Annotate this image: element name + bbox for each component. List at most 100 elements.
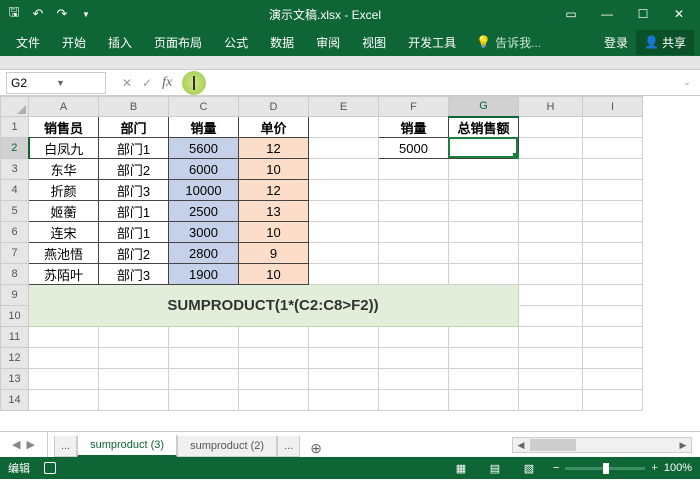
cell-A14[interactable] <box>29 390 99 411</box>
cell-C7[interactable]: 2800 <box>169 243 239 264</box>
cell-I1[interactable] <box>583 117 643 138</box>
cell-A2[interactable]: 白凤九 <box>29 138 99 159</box>
cell-I10[interactable] <box>583 306 643 327</box>
cell-G3[interactable] <box>449 159 519 180</box>
minimize-icon[interactable]: — <box>590 2 624 26</box>
col-header-E[interactable]: E <box>309 97 379 117</box>
cell-D11[interactable] <box>239 327 309 348</box>
tab-formulas[interactable]: 公式 <box>214 29 258 56</box>
cell-G13[interactable] <box>449 369 519 390</box>
cell-H4[interactable] <box>519 180 583 201</box>
col-header-I[interactable]: I <box>583 97 643 117</box>
cell-B4[interactable]: 部门3 <box>99 180 169 201</box>
ribbon-options-icon[interactable]: ▭ <box>554 2 588 26</box>
cell-H13[interactable] <box>519 369 583 390</box>
cell-A3[interactable]: 东华 <box>29 159 99 180</box>
share-button[interactable]: 👤共享 <box>636 30 694 55</box>
cell-G2[interactable] <box>449 138 519 159</box>
cell-H6[interactable] <box>519 222 583 243</box>
sheet-tab-active[interactable]: sumproduct (3) <box>77 435 177 457</box>
cell-E5[interactable] <box>309 201 379 222</box>
enter-icon[interactable]: ✓ <box>142 76 152 90</box>
row-header-6[interactable]: 6 <box>1 222 29 243</box>
cell-I8[interactable] <box>583 264 643 285</box>
cell-E3[interactable] <box>309 159 379 180</box>
cell-B2[interactable]: 部门1 <box>99 138 169 159</box>
cell-I6[interactable] <box>583 222 643 243</box>
col-header-D[interactable]: D <box>239 97 309 117</box>
cell-A8[interactable]: 苏陌叶 <box>29 264 99 285</box>
row-header-5[interactable]: 5 <box>1 201 29 222</box>
cell-I3[interactable] <box>583 159 643 180</box>
cell-A11[interactable] <box>29 327 99 348</box>
cell-E1[interactable] <box>309 117 379 138</box>
horizontal-scrollbar[interactable]: ◀ ▶ <box>512 437 692 453</box>
zoom-out-icon[interactable]: − <box>553 462 559 474</box>
cell-D1[interactable]: 单价 <box>239 117 309 138</box>
col-header-A[interactable]: A <box>29 97 99 117</box>
macro-record-icon[interactable] <box>44 462 56 474</box>
cell-G11[interactable] <box>449 327 519 348</box>
row-header-9[interactable]: 9 <box>1 285 29 306</box>
cell-B1[interactable]: 部门 <box>99 117 169 138</box>
cell-D14[interactable] <box>239 390 309 411</box>
tab-developer[interactable]: 开发工具 <box>398 29 466 56</box>
cell-D4[interactable]: 12 <box>239 180 309 201</box>
cell-H9[interactable] <box>519 285 583 306</box>
row-header-11[interactable]: 11 <box>1 327 29 348</box>
expand-formula-icon[interactable]: ⌄ <box>678 77 696 88</box>
cell-E13[interactable] <box>309 369 379 390</box>
redo-icon[interactable]: ↷ <box>52 4 72 24</box>
tab-home[interactable]: 开始 <box>52 29 96 56</box>
cell-C12[interactable] <box>169 348 239 369</box>
cell-G1[interactable]: 总销售额 <box>449 117 519 138</box>
cell-F1[interactable]: 销量 <box>379 117 449 138</box>
cell-F7[interactable] <box>379 243 449 264</box>
row-header-7[interactable]: 7 <box>1 243 29 264</box>
cell-B8[interactable]: 部门3 <box>99 264 169 285</box>
view-pagelayout-icon[interactable]: ▤ <box>485 460 505 476</box>
cell-C8[interactable]: 1900 <box>169 264 239 285</box>
cell-F5[interactable] <box>379 201 449 222</box>
cell-B5[interactable]: 部门1 <box>99 201 169 222</box>
tab-layout[interactable]: 页面布局 <box>144 29 212 56</box>
scroll-thumb[interactable] <box>530 439 576 451</box>
cell-G8[interactable] <box>449 264 519 285</box>
formula-input[interactable] <box>182 72 678 94</box>
close-icon[interactable]: ✕ <box>662 2 696 26</box>
maximize-icon[interactable]: ☐ <box>626 2 660 26</box>
cell-C14[interactable] <box>169 390 239 411</box>
col-header-H[interactable]: H <box>519 97 583 117</box>
cell-F2[interactable]: 5000 <box>379 138 449 159</box>
cell-B12[interactable] <box>99 348 169 369</box>
fx-icon[interactable]: fx <box>162 75 172 91</box>
sheet-nav-next-icon[interactable]: ▶ <box>26 438 34 451</box>
cancel-icon[interactable]: ✕ <box>122 76 132 90</box>
cell-A1[interactable]: 销售员 <box>29 117 99 138</box>
cell-E7[interactable] <box>309 243 379 264</box>
cell-I14[interactable] <box>583 390 643 411</box>
chevron-down-icon[interactable]: ▼ <box>56 78 101 88</box>
cell-D12[interactable] <box>239 348 309 369</box>
zoom-in-icon[interactable]: + <box>651 462 657 474</box>
cell-I7[interactable] <box>583 243 643 264</box>
view-normal-icon[interactable]: ▦ <box>451 460 471 476</box>
sheet-tab-more-right[interactable]: ... <box>277 436 300 457</box>
row-header-3[interactable]: 3 <box>1 159 29 180</box>
tab-view[interactable]: 视图 <box>352 29 396 56</box>
cell-E6[interactable] <box>309 222 379 243</box>
cell-F13[interactable] <box>379 369 449 390</box>
cell-F6[interactable] <box>379 222 449 243</box>
cell-H5[interactable] <box>519 201 583 222</box>
row-header-2[interactable]: 2 <box>1 138 29 159</box>
cell-H1[interactable] <box>519 117 583 138</box>
cell-I13[interactable] <box>583 369 643 390</box>
row-header-14[interactable]: 14 <box>1 390 29 411</box>
cell-B7[interactable]: 部门2 <box>99 243 169 264</box>
cell-C3[interactable]: 6000 <box>169 159 239 180</box>
cell-B13[interactable] <box>99 369 169 390</box>
tab-file[interactable]: 文件 <box>6 29 50 56</box>
cell-H12[interactable] <box>519 348 583 369</box>
cell-D2[interactable]: 12 <box>239 138 309 159</box>
cell-C6[interactable]: 3000 <box>169 222 239 243</box>
